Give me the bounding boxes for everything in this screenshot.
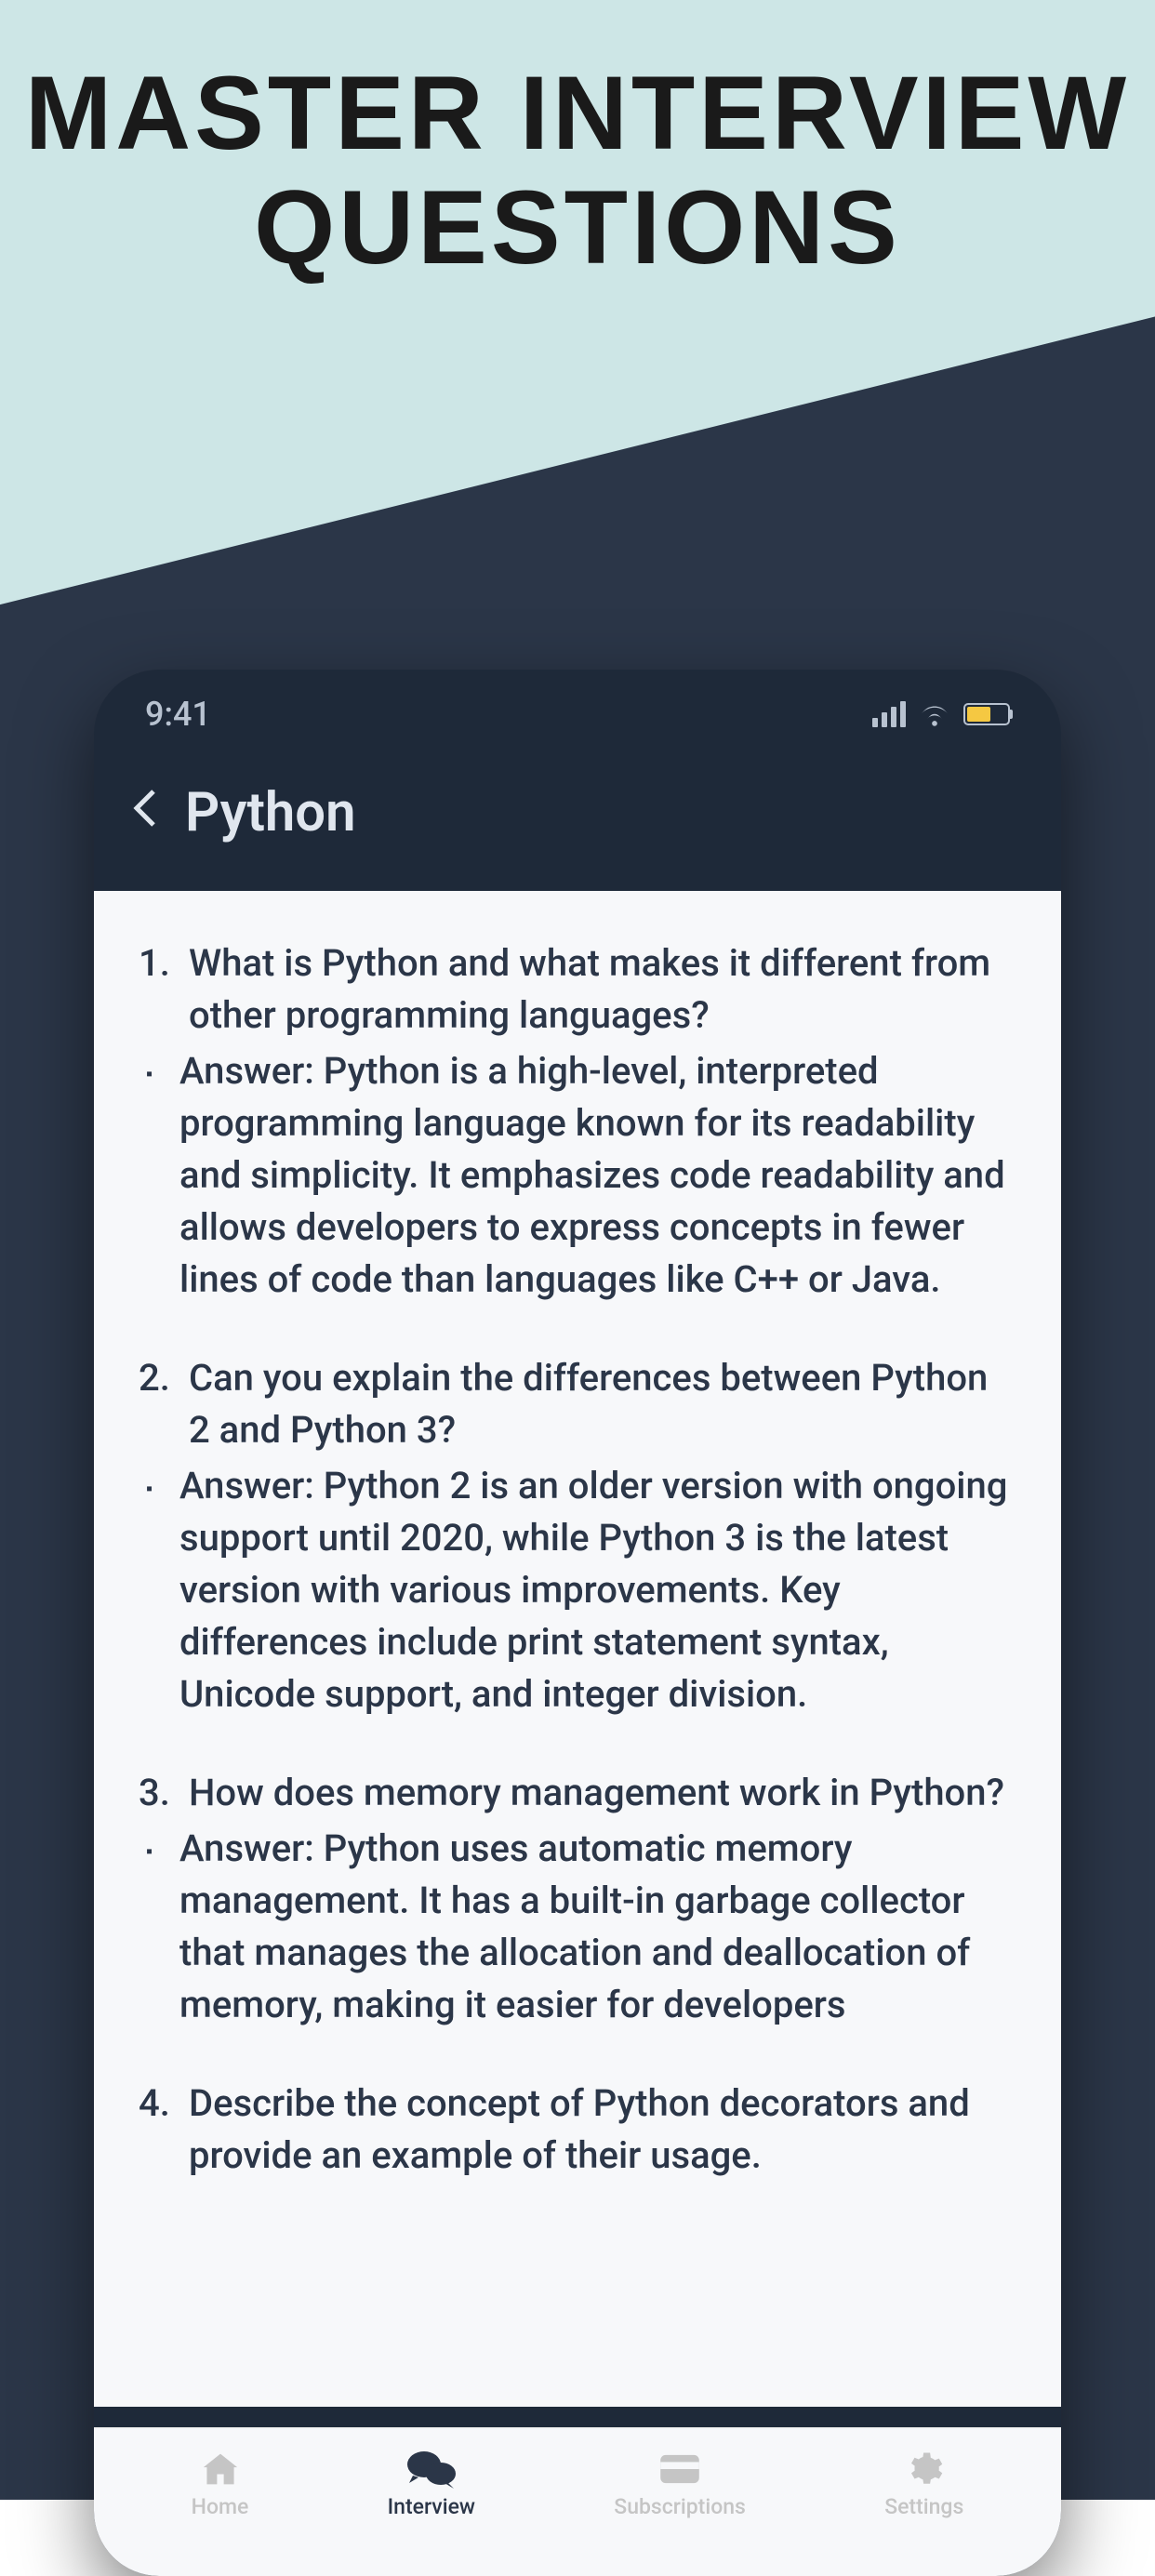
bottom-nav: Home Interview Subscriptions (94, 2427, 1061, 2576)
nav-subscriptions[interactable]: Subscriptions (614, 2450, 746, 2519)
phone-frame: 9:41 Python 1. What is Python and (94, 670, 1061, 2576)
nav-home[interactable]: Home (192, 2450, 249, 2519)
status-icons (872, 701, 1010, 727)
qa-item: 3. How does memory management work in Py… (139, 1767, 1016, 2031)
qa-item: 1. What is Python and what makes it diff… (139, 937, 1016, 1306)
home-icon (196, 2450, 245, 2489)
signal-icon (872, 701, 906, 727)
card-icon (656, 2450, 704, 2489)
page-title: Python (185, 781, 356, 844)
answer-row: ▪ Answer: Python 2 is an older version w… (139, 1460, 1016, 1720)
question-row: 2. Can you explain the differences betwe… (139, 1352, 1016, 1456)
question-text: What is Python and what makes it differe… (189, 937, 1016, 1042)
question-row: 1. What is Python and what makes it diff… (139, 937, 1016, 1042)
qa-item: 4. Describe the concept of Python decora… (139, 2078, 1016, 2182)
promo-title-line2: QUESTIONS (254, 169, 901, 285)
gear-icon (900, 2450, 949, 2489)
promo-title: MASTER INTERVIEW QUESTIONS (0, 56, 1155, 285)
nav-interview[interactable]: Interview (388, 2450, 475, 2519)
app-header: Python (94, 758, 1061, 891)
answer-row: ▪ Answer: Python is a high-level, interp… (139, 1045, 1016, 1306)
question-row: 4. Describe the concept of Python decora… (139, 2078, 1016, 2182)
question-text: Can you explain the differences between … (189, 1352, 1016, 1456)
nav-label: Subscriptions (614, 2494, 746, 2519)
status-bar: 9:41 (94, 670, 1061, 758)
question-text: Describe the concept of Python decorator… (189, 2078, 1016, 2182)
promo-title-line1: MASTER INTERVIEW (25, 55, 1130, 171)
nav-settings[interactable]: Settings (884, 2450, 963, 2519)
wifi-icon (919, 702, 950, 726)
battery-icon (963, 703, 1010, 725)
bullet-icon: ▪ (146, 1460, 161, 1720)
question-row: 3. How does memory management work in Py… (139, 1767, 1016, 1819)
chat-icon (407, 2450, 456, 2489)
answer-text: Answer: Python 2 is an older version wit… (179, 1460, 1016, 1720)
answer-text: Answer: Python is a high-level, interpre… (179, 1045, 1016, 1306)
nav-label: Settings (884, 2494, 963, 2519)
qa-item: 2. Can you explain the differences betwe… (139, 1352, 1016, 1720)
bullet-icon: ▪ (146, 1045, 161, 1306)
bullet-icon: ▪ (146, 1823, 161, 2031)
question-text: How does memory management work in Pytho… (189, 1767, 1004, 1819)
back-button[interactable] (131, 787, 157, 840)
nav-label: Interview (388, 2494, 475, 2519)
content-area[interactable]: 1. What is Python and what makes it diff… (94, 891, 1061, 2407)
question-number: 1. (139, 937, 176, 1042)
nav-label: Home (192, 2494, 249, 2519)
question-number: 3. (139, 1767, 176, 1819)
answer-text: Answer: Python uses automatic memory man… (179, 1823, 1016, 2031)
status-time: 9:41 (145, 695, 211, 734)
answer-row: ▪ Answer: Python uses automatic memory m… (139, 1823, 1016, 2031)
question-number: 2. (139, 1352, 176, 1456)
question-number: 4. (139, 2078, 176, 2182)
